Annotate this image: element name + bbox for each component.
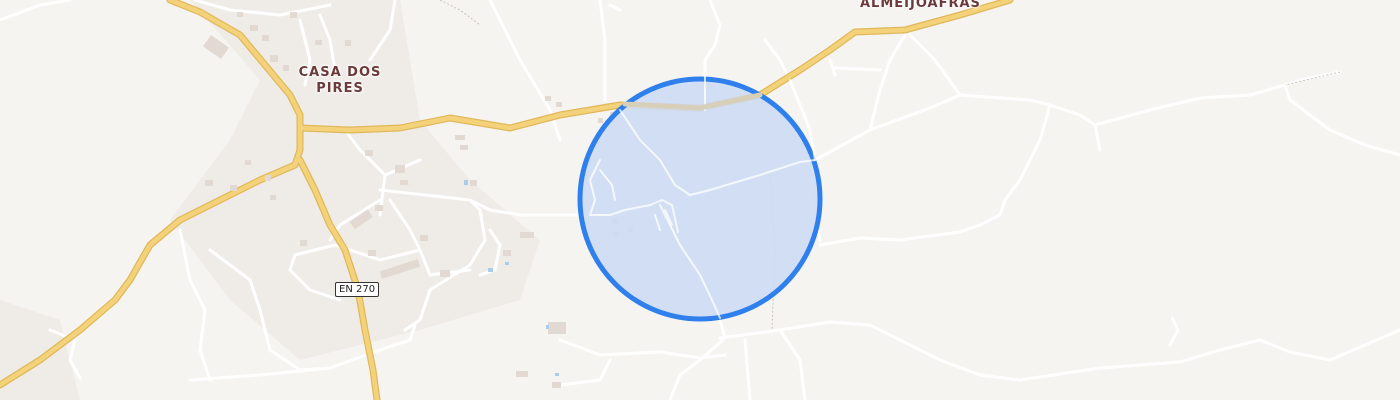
place-label-almeijoafras: ALMEIJOAFRAS [860, 0, 981, 11]
major-roads-casing [0, 0, 1014, 400]
map-view[interactable]: ALMEIJOAFRAS CASA DOS PIRES EN 270 [0, 0, 1400, 400]
map-canvas [0, 0, 1400, 400]
road-shield-en270: EN 270 [335, 282, 380, 297]
footpaths [439, 0, 1341, 331]
location-accuracy-circle [577, 76, 823, 322]
place-label-casa-dos-pires: CASA DOS PIRES [298, 65, 382, 96]
major-roads [0, 0, 1013, 400]
